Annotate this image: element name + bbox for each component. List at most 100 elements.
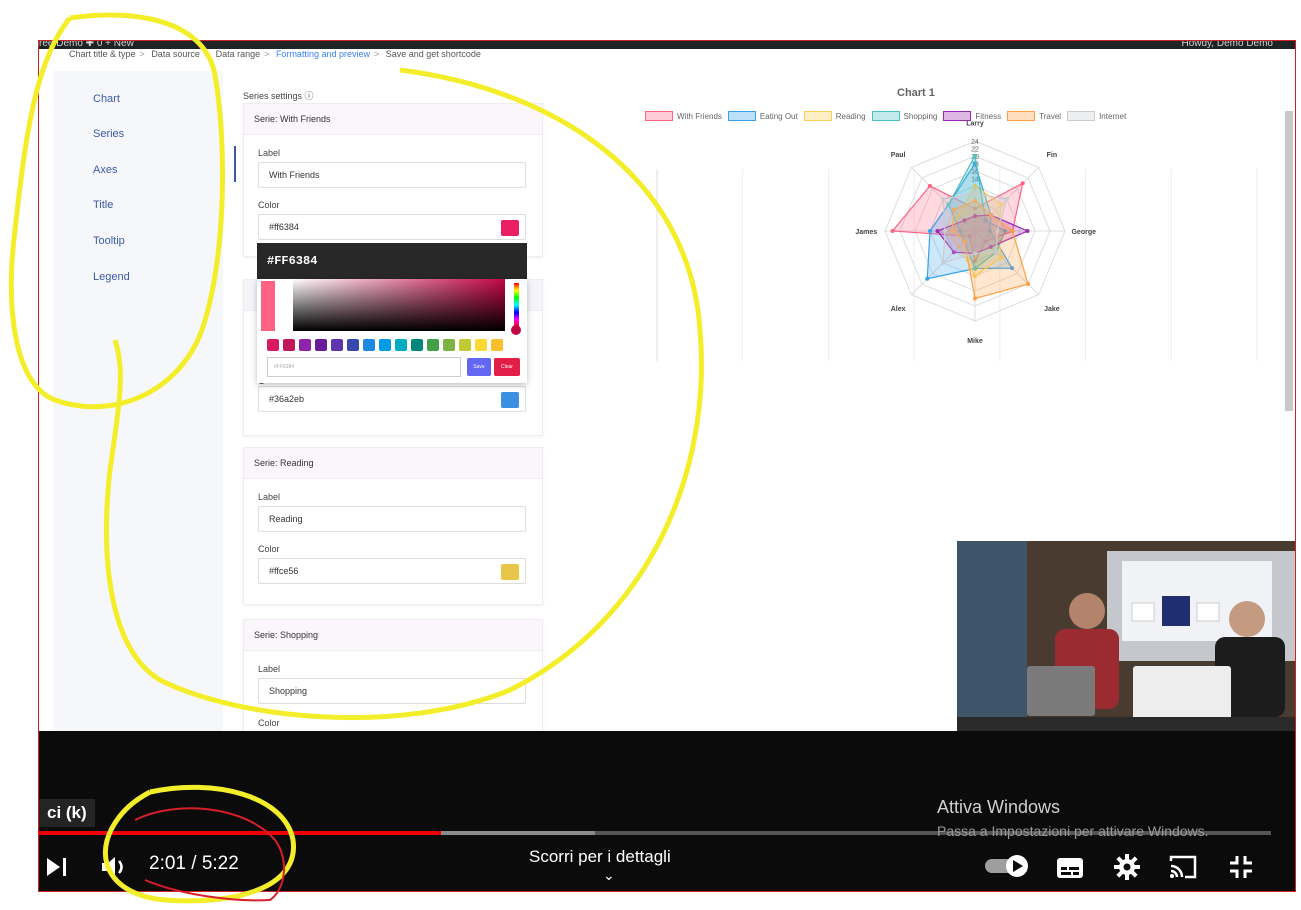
color-caption: Color [258,718,280,728]
legend-swatch [645,111,673,121]
preset-swatch-4[interactable] [331,339,343,351]
legend-item-2[interactable]: Reading [803,111,866,121]
scroll-for-details[interactable]: Scorri per i dettagli [529,847,671,867]
color-caption: Color [258,544,280,554]
tab-legend[interactable]: Legend [93,271,130,283]
autoplay-toggle-icon[interactable] [983,853,1033,879]
admin-bar-user[interactable]: Howdy, Demo Demo [1181,41,1273,49]
radar-point [943,229,947,233]
next-icon[interactable] [45,855,69,879]
series-card-with-friends: Serie: With Friends Label With Friends C… [243,103,543,257]
radar-point [994,250,999,255]
legend-swatch [803,111,832,121]
picker-hex-input[interactable]: #FF6384 [267,357,461,377]
legend-swatch [1067,111,1096,121]
crumb-data-source[interactable]: Data source [151,49,200,59]
page-scrollbar[interactable] [1285,111,1293,411]
progress-played[interactable] [39,831,441,835]
radar-point [1026,282,1031,287]
preset-swatch-9[interactable] [411,339,423,351]
radar-point-label: Paul [891,152,906,159]
video-frame[interactable]: ree Demo ✚ 0 + New Howdy, Demo Demo Char… [38,40,1296,892]
preset-swatch-14[interactable] [491,339,503,351]
legend-item-3[interactable]: Shopping [871,111,938,121]
color-value: #36a2eb [269,394,305,404]
series-header[interactable]: Serie: Reading [244,448,542,479]
preset-swatch-13[interactable] [475,339,487,351]
series-header[interactable]: Serie: With Friends [244,104,542,135]
label-input[interactable]: Shopping [258,678,526,704]
legend-item-6[interactable]: Internet [1067,111,1126,121]
tab-tooltip[interactable]: Tooltip [93,235,125,247]
subtitles-icon[interactable] [1055,856,1085,880]
tab-axes[interactable]: Axes [93,164,117,176]
preset-swatch-10[interactable] [427,339,439,351]
volume-icon[interactable] [99,853,129,881]
settings-gear-icon[interactable] [1113,853,1141,881]
saturation-value-area[interactable] [293,279,505,331]
preset-swatch-2[interactable] [299,339,311,351]
preset-swatch-1[interactable] [283,339,295,351]
color-value: #ff6384 [269,222,299,232]
radar-tick-label: 22 [971,147,979,154]
chart-legend: With Friends Eating Out Reading Shopping Fit… [645,111,1126,121]
series-settings-title: Series settings ⓘ [243,91,314,101]
radar-point [941,197,946,202]
preset-swatch-12[interactable] [459,339,471,351]
tab-series[interactable]: Series [93,128,124,140]
radar-point-label: Fin [1047,152,1058,159]
cast-icon[interactable] [1167,853,1199,881]
color-input[interactable]: #ff6384 [258,214,526,240]
tab-title[interactable]: Title [93,199,113,211]
hue-slider-handle[interactable] [511,325,521,335]
time-display: 2:01 / 5:22 [149,853,239,874]
picker-save-button[interactable]: Save [467,358,491,376]
active-tab-indicator [234,146,236,182]
admin-bar-left[interactable]: ree Demo ✚ 0 + New [39,41,134,49]
preset-swatch-3[interactable] [315,339,327,351]
settings-tabs: Chart Series Axes Title Tooltip Legend [53,71,236,761]
preset-swatch-5[interactable] [347,339,359,351]
legend-item-0[interactable]: With Friends [645,111,722,121]
crumb-title-type[interactable]: Chart title & type [69,49,136,59]
legend-swatch [727,111,756,121]
label-input[interactable]: With Friends [258,162,526,188]
color-input[interactable]: #36a2eb [258,386,526,412]
crumb-formatting[interactable]: Formatting and preview [276,49,370,59]
tab-chart[interactable]: Chart [93,93,120,105]
series-header[interactable]: Serie: Shopping [244,620,542,651]
radar-point [1010,229,1015,233]
legend-label: Travel [1039,111,1062,121]
crumb-save[interactable]: Save and get shortcode [386,49,481,59]
radar-chart: LarryFinGeorgeJakeMikeAlexJamesPaul24222… [656,121,1258,361]
legend-item-5[interactable]: Travel [1007,111,1061,121]
legend-item-4[interactable]: Fitness [943,111,1001,121]
radar-point [1020,181,1025,186]
preset-swatch-7[interactable] [379,339,391,351]
label-caption: Label [258,492,281,502]
color-swatch[interactable] [501,564,519,580]
windows-activation-text: Passa a Impostazioni per attivare Window… [937,823,1209,839]
hue-slider[interactable] [514,283,519,327]
color-input[interactable]: #ffce56 [258,558,526,584]
radar-tick-label: 24 [971,139,979,146]
color-swatch[interactable] [501,392,519,408]
preset-swatch-8[interactable] [395,339,407,351]
color-swatch[interactable] [501,220,519,236]
exit-fullscreen-icon[interactable] [1227,853,1255,881]
legend-swatch [871,111,900,121]
breadcrumb: Chart title & type > Data source > Data ra… [69,49,481,59]
legend-item-1[interactable]: Eating Out [727,111,798,121]
crumb-data-range[interactable]: Data range [216,49,261,59]
preset-swatch-0[interactable] [267,339,279,351]
radar-point [928,229,932,233]
preset-swatch-6[interactable] [363,339,375,351]
legend-label: Shopping [903,111,938,121]
chevron-down-icon[interactable]: ⌄ [603,867,615,884]
preset-swatch-11[interactable] [443,339,455,351]
webcam-overlay [957,541,1295,731]
label-input[interactable]: Reading [258,506,526,532]
picker-clear-button[interactable]: Clear [494,358,520,376]
legend-label: With Friends [677,111,722,121]
radar-point [1025,229,1030,233]
